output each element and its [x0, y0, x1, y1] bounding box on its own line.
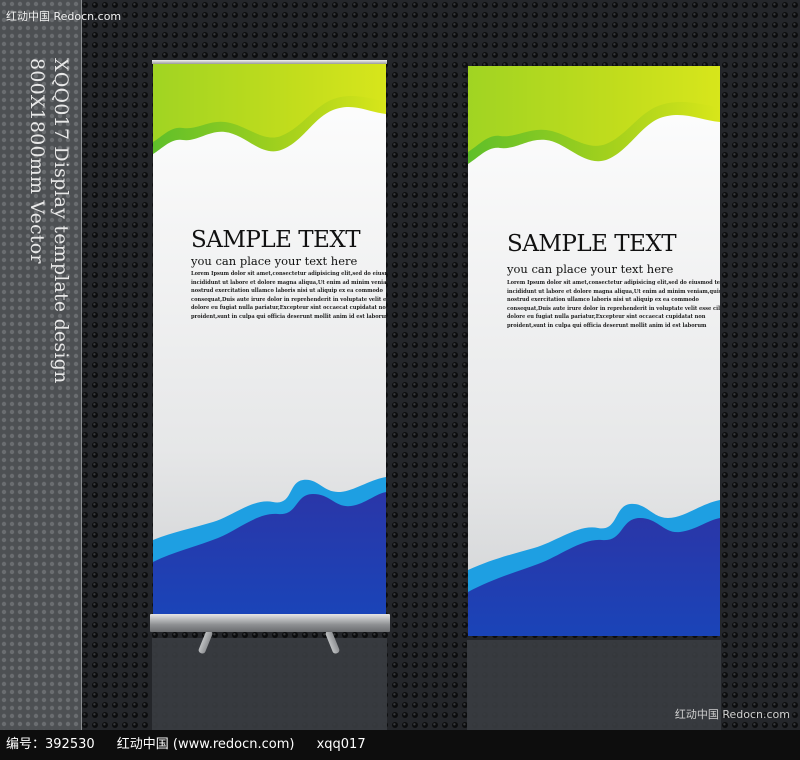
- right-banner-body: Lorem Ipsum dolor sit amet,consectetur a…: [507, 280, 720, 329]
- footer-author: xqq017: [316, 737, 366, 752]
- side-divider: [81, 0, 82, 730]
- watermark-top: 红动中国 Redocn.com: [6, 10, 122, 23]
- right-banner-title: SAMPLE TEXT: [507, 231, 677, 257]
- left-banner: SAMPLE TEXT you can place your text here…: [153, 62, 386, 615]
- canvas: 红动中国 Redocn.com XQQ017 Display template …: [0, 0, 800, 760]
- side-text-line2: 800X1800mm Vector: [26, 58, 48, 264]
- watermark-bottom-right: 红动中国 Redocn.com: [674, 708, 790, 721]
- right-banner: SAMPLE TEXT you can place your text here…: [468, 66, 720, 636]
- footer-bar: 编号：392530 红动中国 (www.redocn.com) xqq017: [0, 730, 800, 760]
- left-banner-top-bar: [152, 60, 387, 64]
- left-banner-body: Lorem Ipsum dolor sit amet,consectetur a…: [191, 271, 386, 320]
- left-banner-shadow: [152, 638, 387, 730]
- right-banner-subtitle: you can place your text here: [507, 262, 674, 276]
- side-text-line1: XQQ017 Display template design: [50, 58, 72, 384]
- left-banner-title: SAMPLE TEXT: [191, 227, 361, 253]
- footer-code: 编号：392530: [6, 737, 95, 752]
- left-banner-subtitle: you can place your text here: [191, 254, 358, 268]
- left-banner-base: [150, 614, 390, 632]
- footer-site: 红动中国 (www.redocn.com): [116, 737, 295, 752]
